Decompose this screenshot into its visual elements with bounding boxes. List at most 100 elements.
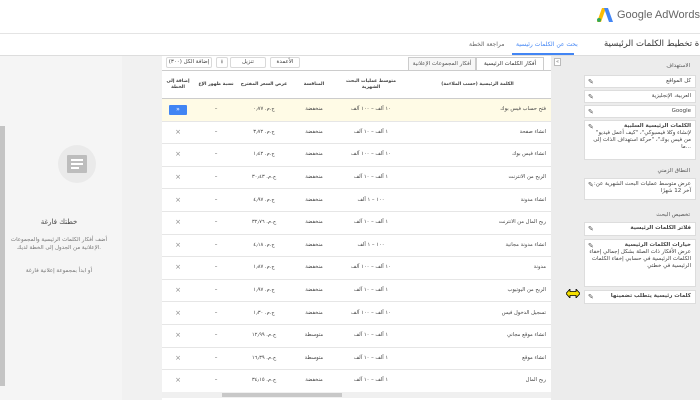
remove-x-icon[interactable]: × <box>175 309 181 317</box>
horizontal-scrollbar[interactable] <box>162 392 551 398</box>
cell-keyword: انشاء موقع مجاني <box>404 324 551 348</box>
cell-keyword: فتح حساب فيس بوك <box>404 98 551 122</box>
cell-competition: منخفضة <box>290 369 338 393</box>
document-icon <box>67 155 87 173</box>
edit-pencil-icon[interactable]: ✎ <box>588 294 594 301</box>
tab-adgroup-ideas[interactable]: أفكار المجموعات الإعلانية <box>408 57 476 70</box>
adwords-logo[interactable]: Google AdWords <box>597 8 700 22</box>
keyword-options-card[interactable]: ✎ خيارات الكلمات الرئيسية عرض الأفكار ذا… <box>584 239 696 287</box>
cell-keyword: مدونة <box>404 256 551 280</box>
download-icon[interactable]: ⭳ <box>216 57 228 68</box>
cell-impression-share: – <box>194 121 238 145</box>
table-row: × – ج.م. ١٢٫٩٩ متوسطة ١ آلف – ١٠ آلف انشاء مو… <box>162 324 551 348</box>
adwords-logo-icon <box>597 8 613 22</box>
col-add-to-plan[interactable]: إضافة إلى الخطة <box>162 70 194 99</box>
cell-avg-monthly-searches: ١٠٠ – ١ آلف <box>338 234 404 258</box>
resize-cursor-icon <box>566 289 580 298</box>
col-impression-share[interactable]: نسبة ظهور الإع <box>194 70 238 99</box>
cell-avg-monthly-searches: ١٠ آلف – ١٠٠ آلف <box>338 301 404 325</box>
edit-pencil-icon[interactable]: ✎ <box>588 79 594 86</box>
table-row: × – ج.م. ٣٢٫٧٦ منخفضة ١ آلف – ١٠ آلف ربح الما… <box>162 211 551 235</box>
plan-scrollbar-thumb[interactable] <box>0 126 5 386</box>
cell-suggested-bid: ج.م. ٣٤٫١٥ <box>238 369 290 393</box>
keyword-filters-card[interactable]: ✎ فلاتر الكلمات الرئيسية <box>584 222 696 236</box>
col-keyword[interactable]: الكلمة الرئيسية (حسب الملاءمة) <box>404 70 551 99</box>
edit-pencil-icon[interactable]: ✎ <box>588 124 594 131</box>
cell-avg-monthly-searches: ١ آلف – ١٠ آلف <box>338 166 404 190</box>
remove-x-icon[interactable]: × <box>175 173 181 181</box>
cell-competition: منخفضة <box>290 166 338 190</box>
remove-x-icon[interactable]: × <box>175 331 181 339</box>
add-to-plan-button[interactable]: » <box>162 98 194 122</box>
empty-adgroup-link[interactable]: أو ابدأ بمجموعة إعلانية فارغة <box>8 268 110 274</box>
remove-x-icon[interactable]: × <box>175 241 181 249</box>
add-to-plan-button[interactable]: × <box>162 188 194 212</box>
keyword-ideas-area: إضافة الكل (٣٠٠) ⭳ تنزيل الأعمدة أفكار ا… <box>162 56 551 400</box>
cell-suggested-bid: ج.م. ٣٫٧٢ <box>238 121 290 145</box>
cell-impression-share: – <box>194 279 238 303</box>
table-row: × – ج.م. ٣٤٫١٥ منخفضة ١ آلف – ١٠ آلف ربح الما… <box>162 369 551 393</box>
add-to-plan-button[interactable]: × <box>162 211 194 235</box>
remove-x-icon[interactable]: × <box>175 128 181 136</box>
edit-pencil-icon[interactable]: ✎ <box>588 243 594 250</box>
table-row: × – ج.م. ٣٫٧٢ منخفضة ١ آلف – ١٠ آلف انشاء صفح… <box>162 121 551 145</box>
add-to-plan-button[interactable]: × <box>162 234 194 258</box>
add-to-plan-button[interactable]: × <box>162 301 194 325</box>
plan-panel: خطتك فارغة أضف أفكار الكلمات الرئيسية وا… <box>0 56 122 400</box>
cell-keyword: ربح المال <box>404 369 551 393</box>
remove-x-icon[interactable]: × <box>175 196 181 204</box>
keywords-to-include-card[interactable]: ✎ كلمات رئيسية يتطلب تضمينها <box>584 290 696 304</box>
download-button[interactable]: تنزيل <box>230 57 266 68</box>
plan-empty-title: خطتك فارغة <box>40 218 78 226</box>
columns-button[interactable]: الأعمدة <box>270 57 300 68</box>
plan-empty-description: أضف أفكار الكلمات الرئيسية والمجموعات ال… <box>10 237 108 251</box>
edit-pencil-icon[interactable]: ✎ <box>588 182 594 189</box>
targeting-sidebar: « الاستهداف ✎ كل المواقع ✎ العربية، الإن… <box>551 56 700 400</box>
edit-pencil-icon[interactable]: ✎ <box>588 226 594 233</box>
add-to-plan-button[interactable]: × <box>162 166 194 190</box>
cell-keyword: تسجيل الدخول فيس <box>404 301 551 325</box>
remove-x-icon[interactable]: × <box>175 150 181 158</box>
table-header-row: إضافة إلى الخطة نسبة ظهور الإع عرض السعر… <box>162 70 551 99</box>
remove-x-icon[interactable]: × <box>175 354 181 362</box>
cell-impression-share: – <box>194 301 238 325</box>
cell-impression-share: – <box>194 143 238 167</box>
col-avg-monthly-searches[interactable]: متوسط عمليات البحث الشهرية <box>338 70 404 99</box>
cell-keyword: انشاء مدونة <box>404 188 551 212</box>
add-to-plan-button[interactable]: × <box>162 369 194 393</box>
tab-keyword-ideas[interactable]: أفكار الكلمات الرئيسية <box>476 57 544 70</box>
edit-pencil-icon[interactable]: ✎ <box>588 109 594 116</box>
add-arrow-icon[interactable]: » <box>169 104 187 115</box>
targeting-language[interactable]: ✎ العربية، الإنجليزية <box>584 90 696 103</box>
add-to-plan-button[interactable]: × <box>162 256 194 280</box>
cell-avg-monthly-searches: ١٠ آلف – ١٠٠ آلف <box>338 98 404 122</box>
col-competition[interactable]: المنافسة <box>290 70 338 99</box>
horizontal-scrollbar-thumb[interactable] <box>222 393 342 397</box>
collapse-sidebar-button[interactable]: « <box>554 58 561 66</box>
add-to-plan-button[interactable]: × <box>162 279 194 303</box>
active-tab-indicator <box>512 53 574 55</box>
remove-x-icon[interactable]: × <box>175 263 181 271</box>
negative-keywords-card[interactable]: ✎ الكلمات الرئيسية السلبية "لإنشاء وكلا … <box>584 120 696 160</box>
targeting-network[interactable]: ✎ Google <box>584 105 696 118</box>
adwords-app: Google AdWords أداة تخطيط الكلمات الرئيس… <box>0 0 700 400</box>
targeting-location[interactable]: ✎ كل المواقع <box>584 75 696 88</box>
remove-x-icon[interactable]: × <box>175 218 181 226</box>
add-to-plan-button[interactable]: × <box>162 347 194 371</box>
tab-review-plan[interactable]: مراجعة الخطة <box>469 41 504 48</box>
add-to-plan-button[interactable]: × <box>162 121 194 145</box>
nav-bar: أداة تخطيط الكلمات الرئيسية بحث عن الكلم… <box>0 34 700 56</box>
remove-x-icon[interactable]: × <box>175 376 181 384</box>
cell-suggested-bid: ج.م. ١٫٨٧ <box>238 256 290 280</box>
add-to-plan-button[interactable]: × <box>162 143 194 167</box>
col-suggested-bid[interactable]: عرض السعر المقترح <box>238 70 290 99</box>
cell-keyword: انشاء صفحة <box>404 121 551 145</box>
add-to-plan-button[interactable]: × <box>162 324 194 348</box>
remove-x-icon[interactable]: × <box>175 286 181 294</box>
edit-pencil-icon[interactable]: ✎ <box>588 94 594 101</box>
add-all-button[interactable]: إضافة الكل (٣٠٠) <box>166 57 212 68</box>
cell-impression-share: – <box>194 166 238 190</box>
cell-impression-share: – <box>194 234 238 258</box>
tab-search-keywords[interactable]: بحث عن الكلمات رئيسية <box>516 41 578 48</box>
date-range-card[interactable]: ✎ عرض متوسط عمليات البحث الشهرية عن: آخر… <box>584 178 696 200</box>
